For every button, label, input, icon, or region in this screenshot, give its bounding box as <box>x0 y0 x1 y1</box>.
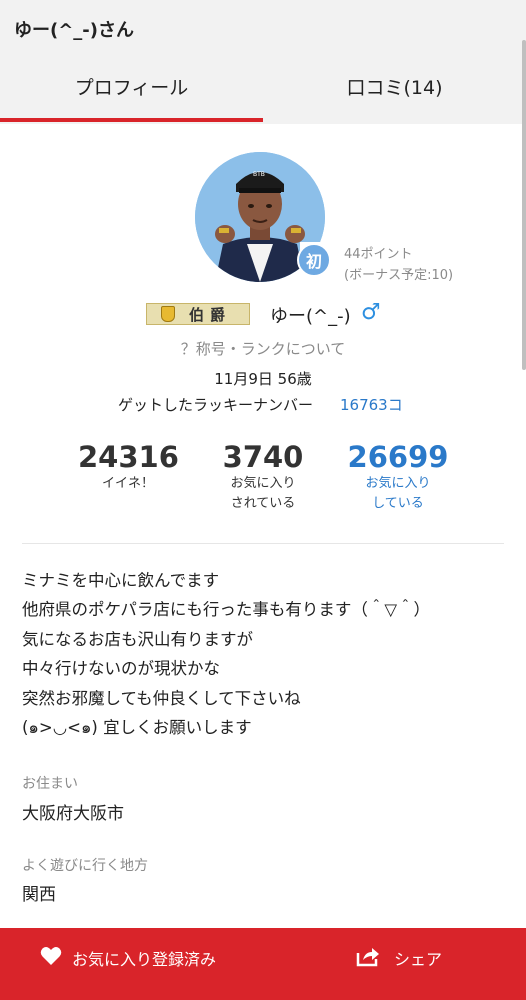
scrollbar[interactable] <box>522 40 526 370</box>
bio-line: ミナミを中心に飲んでます <box>22 571 220 590</box>
header-bar: ゆー(^_-)さん プロフィール 口コミ(14) <box>0 0 526 124</box>
active-tab-indicator <box>0 118 263 122</box>
favorited-by-label-line1: お気に入り <box>230 476 296 491</box>
favorite-button-label: お気に入り登録済み <box>72 950 217 969</box>
username: ゆー(^_-) <box>270 306 351 327</box>
rank-info-link[interactable]: ？称号・ランクについて <box>0 338 526 359</box>
bio-line: 他府県のポケパラ店にも行った事も有ります（＾▽＾） <box>22 600 431 620</box>
tab-bar: プロフィール 口コミ(14) <box>0 56 526 124</box>
favoriting-label-line1: お気に入り <box>365 476 431 491</box>
favorited-by-label-line2: されている <box>230 496 296 511</box>
tab-profile[interactable]: プロフィール <box>0 56 263 120</box>
shield-icon <box>161 306 175 322</box>
bio-line: 気になるお店も沢山有りますが <box>22 629 253 649</box>
lucky-number-label: ゲットしたラッキーナンバー <box>118 396 314 414</box>
points-info: 44ポイント (ボーナス予定:10) <box>344 244 453 286</box>
favorited-by-label: お気に入り されている <box>213 474 313 514</box>
bio-line: 突然お邪魔しても仲良くして下さいね <box>22 688 301 708</box>
residence-value: 大阪府大阪市 <box>22 804 124 824</box>
favoriting-label[interactable]: お気に入り している <box>343 474 453 514</box>
bio-text: ミナミを中心に飲んでます 他府県のポケパラ店にも行った事も有ります（＾▽＾） 気… <box>22 566 430 742</box>
bio-line: (๑>◡<๑) 宜しくお願いします <box>22 718 252 738</box>
likes-count: 24316 <box>78 440 179 474</box>
residence-label: お住まい <box>22 776 78 792</box>
bio-line: 中々行けないのが現状かな <box>22 659 220 679</box>
rank-title: 伯爵 <box>189 305 232 324</box>
tab-reviews[interactable]: 口コミ(14) <box>263 56 526 120</box>
share-button-label: シェア <box>394 950 443 969</box>
share-icon <box>356 945 380 971</box>
favoriting-label-line2: している <box>372 496 424 511</box>
first-badge-icon: 初 <box>296 242 332 284</box>
points-value: 44ポイント <box>344 247 413 262</box>
area-label: よく遊びに行く地方 <box>22 858 148 874</box>
divider <box>22 543 504 544</box>
lucky-number-link[interactable]: 16763コ <box>340 394 403 415</box>
footer-action-bar: お気に入り登録済み シェア <box>0 928 526 1000</box>
share-button[interactable]: シェア <box>356 928 442 988</box>
heart-icon <box>40 946 62 970</box>
male-icon: ♂ <box>361 300 381 325</box>
svg-text:BTB: BTB <box>253 171 265 178</box>
rank-badge: 伯爵 <box>146 303 250 325</box>
area-value: 関西 <box>22 885 56 905</box>
likes-label-text: イイネ！ <box>101 476 154 491</box>
birthday-age: 11月9日 56歳 <box>214 370 312 388</box>
favoriting-count[interactable]: 26699 <box>343 440 453 474</box>
favorited-by-count: 3740 <box>222 440 304 474</box>
first-badge-label: 初 <box>305 252 322 271</box>
favorite-button[interactable]: お気に入り登録済み <box>40 928 216 988</box>
likes-label: イイネ！ <box>78 474 178 494</box>
page-title: ゆー(^_-)さん <box>14 20 135 41</box>
bonus-value: (ボーナス予定:10) <box>344 268 454 283</box>
